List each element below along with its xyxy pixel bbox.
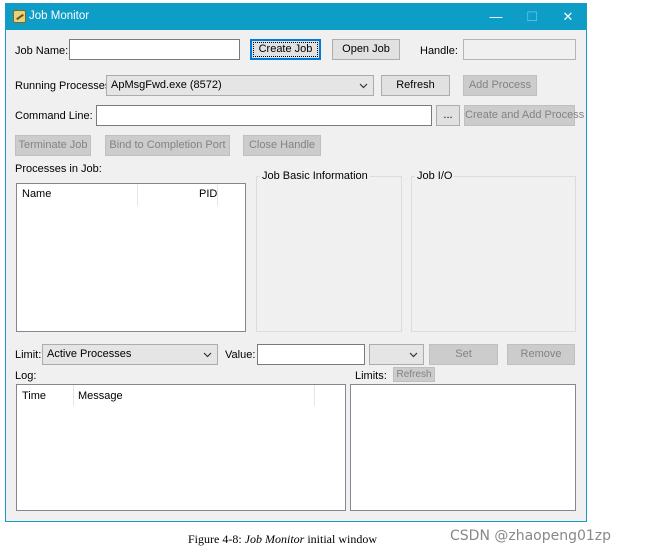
- column-header-message[interactable]: Message: [78, 390, 123, 402]
- chevron-down-icon: [203, 352, 212, 358]
- refresh-button[interactable]: Refresh: [381, 75, 450, 96]
- window-title: Job Monitor: [29, 10, 90, 22]
- close-button[interactable]: ✕: [550, 4, 586, 30]
- running-processes-label: Running Processes:: [15, 80, 114, 92]
- limit-selected: Active Processes: [47, 348, 132, 360]
- column-divider: [137, 184, 138, 206]
- running-processes-selected: ApMsgFwd.exe (8572): [111, 79, 222, 91]
- minimize-button[interactable]: —: [478, 4, 514, 30]
- create-and-add-process-button: Create and Add Process: [464, 105, 584, 126]
- add-process-button: Add Process: [463, 75, 537, 96]
- create-job-button[interactable]: Create Job: [250, 39, 321, 60]
- figure-caption: Figure 4-8: Job Monitor initial window: [188, 532, 377, 547]
- processes-list[interactable]: Name PID: [16, 183, 246, 332]
- column-header-pid[interactable]: PID: [199, 188, 217, 200]
- watermark: CSDN @zhaopeng01zp: [450, 528, 612, 544]
- set-button: Set: [429, 344, 498, 365]
- chevron-down-icon: [359, 83, 368, 89]
- value-label: Value:: [225, 349, 256, 361]
- running-processes-dropdown[interactable]: ApMsgFwd.exe (8572): [106, 75, 374, 96]
- close-handle-button: Close Handle: [243, 135, 321, 156]
- column-divider: [73, 385, 74, 406]
- job-basic-information-title: Job Basic Information: [260, 170, 370, 182]
- processes-in-job-label: Processes in Job:: [15, 163, 102, 175]
- command-line-label: Command Line:: [15, 110, 93, 122]
- command-line-input[interactable]: [96, 105, 432, 126]
- value-unit-dropdown[interactable]: [369, 344, 424, 365]
- job-io-group: [411, 176, 576, 332]
- title-bar[interactable]: Job Monitor — ☐ ✕: [6, 4, 586, 30]
- column-divider: [217, 184, 218, 206]
- column-header-time[interactable]: Time: [22, 390, 46, 402]
- open-job-button[interactable]: Open Job: [332, 39, 400, 60]
- maximize-button: ☐: [526, 9, 538, 24]
- limits-list[interactable]: [350, 384, 576, 511]
- value-input[interactable]: [257, 344, 365, 365]
- job-monitor-window: Job Monitor — ☐ ✕ Job Name: Create Job O…: [5, 3, 587, 522]
- job-io-title: Job I/O: [415, 170, 455, 182]
- browse-button[interactable]: ...: [436, 105, 460, 126]
- bind-to-completion-port-button: Bind to Completion Port: [105, 135, 230, 156]
- caption-prefix: Figure 4-8:: [188, 532, 245, 546]
- limit-label: Limit:: [15, 349, 42, 361]
- job-name-label: Job Name:: [15, 45, 69, 57]
- job-basic-information-group: [256, 176, 402, 332]
- handle-field: [463, 39, 576, 60]
- limit-dropdown[interactable]: Active Processes: [42, 344, 218, 365]
- limits-label: Limits:: [355, 370, 387, 382]
- remove-button: Remove: [507, 344, 575, 365]
- log-list[interactable]: Time Message: [16, 384, 346, 511]
- log-label: Log:: [15, 370, 37, 382]
- column-header-name[interactable]: Name: [22, 188, 51, 200]
- handle-label: Handle:: [420, 45, 458, 57]
- column-divider: [314, 385, 315, 406]
- limits-refresh-button: Refresh: [393, 367, 435, 382]
- chevron-down-icon: [409, 352, 418, 358]
- caption-suffix: initial window: [304, 532, 378, 546]
- app-icon: [13, 10, 26, 23]
- terminate-job-button: Terminate Job: [15, 135, 91, 156]
- caption-italic: Job Monitor: [244, 532, 305, 546]
- job-name-input[interactable]: [69, 39, 240, 60]
